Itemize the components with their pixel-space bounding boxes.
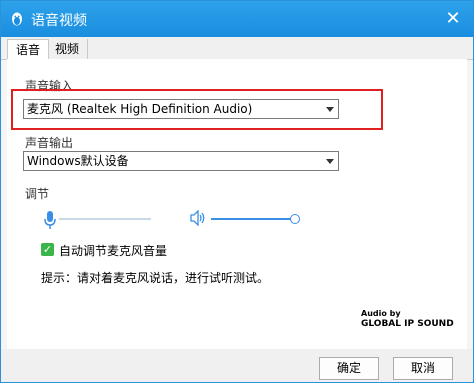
tab-video[interactable]: 视频 <box>47 39 89 59</box>
highlight-box <box>11 89 383 130</box>
qq-penguin-icon <box>9 11 25 27</box>
microphone-icon <box>43 210 57 234</box>
global-ip-sound-logo: Audio by GLOBAL IP SOUND <box>361 309 454 331</box>
title-bar: 语音视频 ✕ <box>1 1 473 37</box>
speaker-icon <box>189 209 207 230</box>
auto-adjust-checkbox[interactable]: ✓ <box>41 243 54 256</box>
adjust-label: 调节 <box>25 187 50 201</box>
chevron-down-icon <box>326 159 334 164</box>
cancel-button[interactable]: 取消 <box>393 357 453 380</box>
speaker-volume-handle[interactable] <box>290 214 300 224</box>
logo-main-text: GLOBAL IP SOUND <box>361 319 454 329</box>
output-device-select[interactable]: Windows默认设备 <box>23 151 339 171</box>
tab-bar: 语音 视频 <box>1 37 473 60</box>
close-icon[interactable]: ✕ <box>443 9 463 29</box>
speaker-volume-slider[interactable] <box>211 218 295 220</box>
button-bar: 确定 取消 <box>1 349 473 382</box>
auto-adjust-label: 自动调节麦克风音量 <box>59 244 168 258</box>
mic-volume-slider[interactable] <box>59 218 151 220</box>
logo-small-text: Audio by <box>361 309 401 318</box>
output-device-value: Windows默认设备 <box>27 154 129 168</box>
tab-voice[interactable]: 语音 <box>7 39 50 60</box>
ok-button[interactable]: 确定 <box>319 357 379 380</box>
window-title: 语音视频 <box>31 13 87 29</box>
voice-video-dialog: 语音视频 ✕ 语音 视频 声音输入 麦克风 (Realtek High Defi… <box>0 0 474 383</box>
output-label: 声音输出 <box>25 136 74 150</box>
hint-text: 提示：请对着麦克风说话，进行试听测试。 <box>41 271 270 285</box>
